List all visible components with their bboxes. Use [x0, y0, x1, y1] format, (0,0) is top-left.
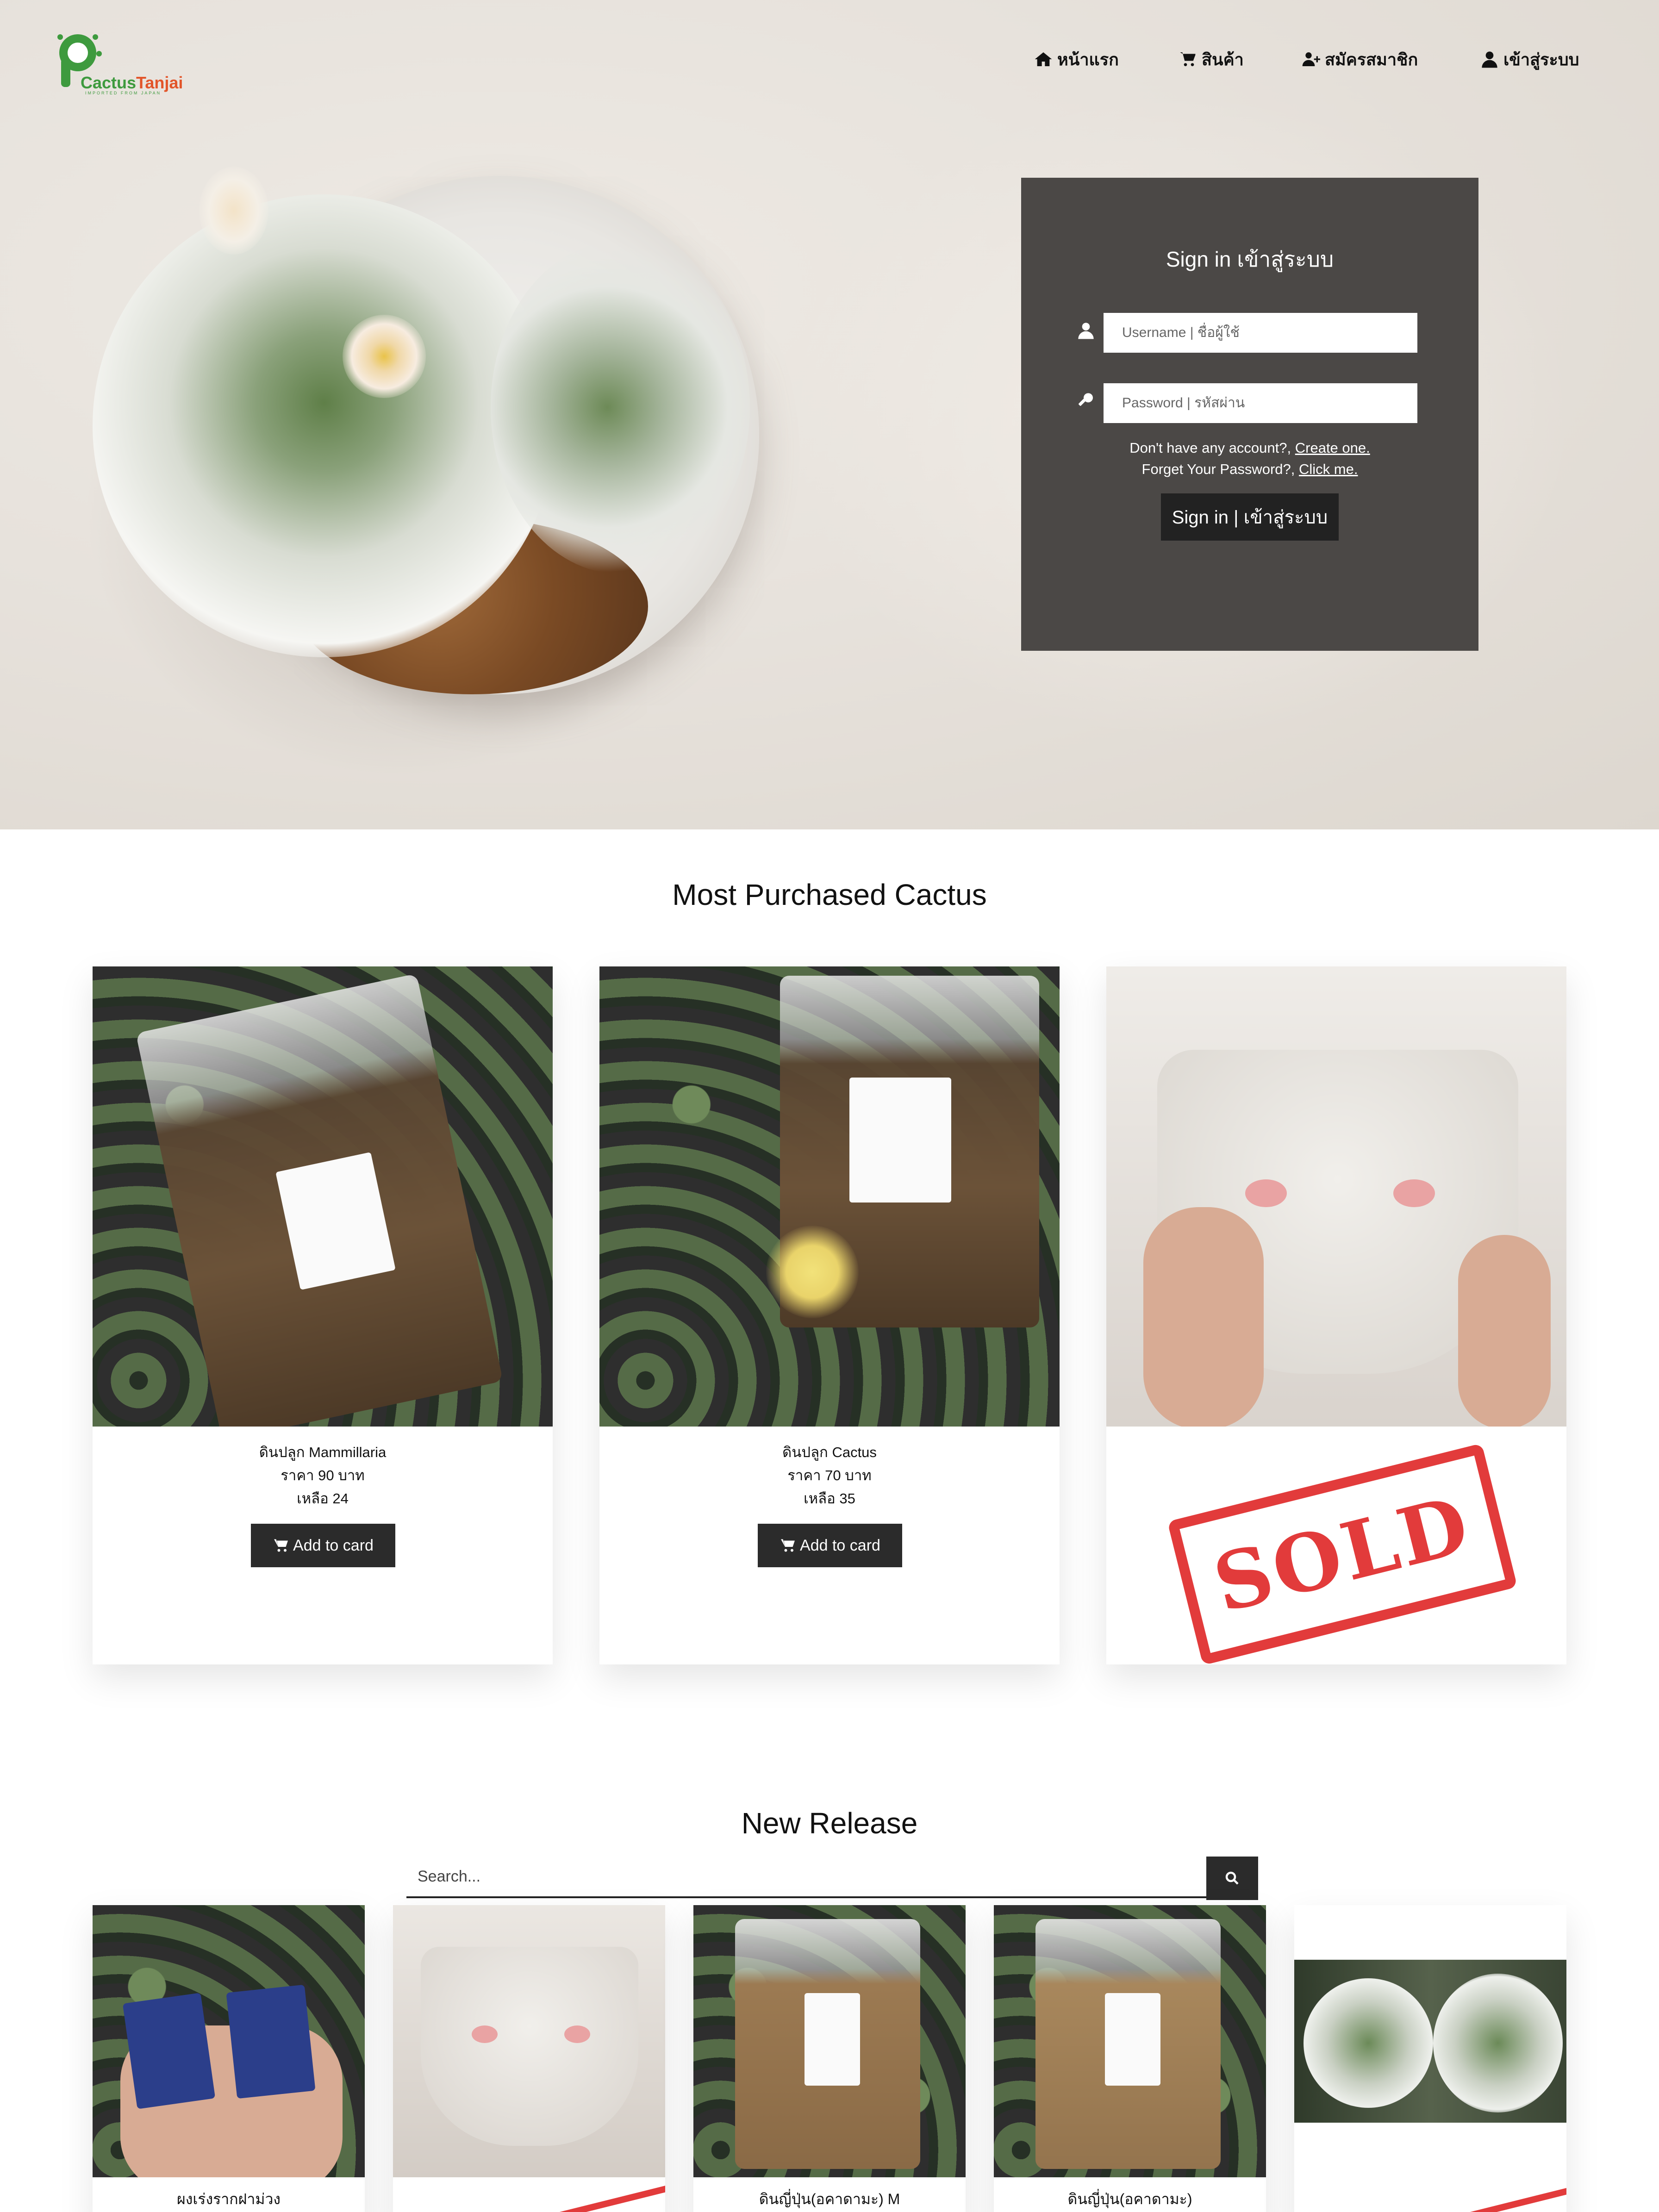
hero-banner: CactusTanjai IMPORTED FROM JAPAN หน้าแรก… [0, 0, 1659, 829]
forget-password-link[interactable]: Click me. [1299, 461, 1358, 477]
signin-button[interactable]: Sign in | เข้าสู่ระบบ [1161, 493, 1339, 541]
product-image [93, 966, 553, 1427]
cactus-flower-bud [199, 167, 268, 255]
product-name: ดินปลูก Cactus [782, 1444, 877, 1460]
product-stock: เหลือ 24 [297, 1490, 349, 1507]
add-to-cart-button[interactable]: Add to card [758, 1524, 902, 1567]
create-account-line: Don't have any account?, Create one. [1129, 440, 1370, 456]
brand-name: CactusTanjai [81, 73, 183, 92]
cart-icon [781, 1539, 795, 1552]
nav-login[interactable]: เข้าสู่ระบบ [1480, 46, 1579, 72]
cactus-image [93, 194, 555, 657]
user-icon [1078, 323, 1094, 339]
product-price: ราคา 70 บาท [787, 1467, 872, 1483]
signin-title: Sign in เข้าสู่ระบบ [1166, 247, 1334, 271]
product-card[interactable]: SOLD [1106, 966, 1566, 1665]
cactus-image [1433, 1974, 1563, 2112]
sold-stamp [1428, 2182, 1566, 2212]
password-input[interactable] [1104, 383, 1417, 423]
new-product-card[interactable]: ดินญี่ปุ่น(อคาดามะ) M [693, 1905, 966, 2212]
product-image [93, 1905, 365, 2177]
add-to-cart-button[interactable]: Add to card [251, 1524, 395, 1567]
cactus-flower [766, 1226, 859, 1318]
forget-password-line: Forget Your Password?, Click me. [1141, 461, 1358, 477]
product-price: ราคา 90 บาท [281, 1467, 365, 1483]
product-image [994, 1905, 1266, 2177]
rooting-powder-pack [226, 1984, 316, 2099]
key-icon [1079, 393, 1093, 406]
rooting-powder-pack [122, 1993, 216, 2109]
pot-cheek [1393, 1179, 1435, 1207]
cart-icon [1180, 52, 1196, 66]
product-name: ดินญี่ปุ่น(อคาดามะ) [1067, 2191, 1192, 2207]
product-image [599, 966, 1060, 1427]
product-name: ผงเร่งรากฝาม่วง [176, 2191, 281, 2207]
cactus-image [1304, 1978, 1433, 2108]
cactus-photo [1294, 1960, 1566, 2123]
user-icon [1482, 51, 1497, 68]
product-name: ดินญี่ปุ่น(อคาดามะ) M [759, 2191, 900, 2207]
search-bar [406, 1857, 1258, 1898]
sheep-pot-image [421, 1947, 638, 2146]
brand-tagline: IMPORTED FROM JAPAN [85, 91, 162, 95]
cactus-image-small [491, 241, 750, 574]
new-product-card[interactable]: ผงเร่งรากฝาม่วง [93, 1905, 365, 2212]
hand-image [1458, 1235, 1551, 1427]
new-release-title: New Release [741, 1807, 918, 1840]
product-card[interactable]: ดินปลูก Mammillaria ราคา 90 บาท เหลือ 24… [93, 966, 553, 1664]
product-stock: เหลือ 35 [804, 1490, 855, 1507]
pot-cheek [472, 2025, 498, 2043]
nav-register[interactable]: สมัครสมาชิก [1302, 46, 1418, 72]
nav-products[interactable]: สินค้า [1179, 46, 1244, 72]
signin-panel: Sign in เข้าสู่ระบบ Don't have any accou… [1021, 178, 1478, 651]
pot-cheek [564, 2025, 590, 2043]
bag-label [1105, 1993, 1160, 2086]
product-image [693, 1905, 966, 2177]
product-card[interactable]: ดินปลูก Cactus ราคา 70 บาท เหลือ 35 Add … [599, 966, 1060, 1664]
product-image [1106, 966, 1566, 1427]
sold-stamp [518, 2182, 665, 2212]
product-image [1294, 1905, 1566, 2177]
brand-logo[interactable]: CactusTanjai IMPORTED FROM JAPAN [55, 31, 184, 95]
username-input[interactable] [1104, 313, 1417, 353]
user-plus-icon [1302, 52, 1320, 66]
create-account-link[interactable]: Create one. [1295, 440, 1370, 456]
product-name: ดินปลูก Mammillaria [259, 1444, 387, 1460]
product-image [393, 1905, 665, 2177]
search-icon [1225, 1871, 1239, 1885]
sold-stamp: SOLD [1167, 1443, 1518, 1665]
most-purchased-title: Most Purchased Cactus [672, 878, 987, 911]
new-product-card[interactable] [393, 1905, 665, 2212]
search-button[interactable] [1206, 1857, 1258, 1900]
cart-icon [274, 1539, 288, 1552]
home-icon [1035, 52, 1052, 66]
nav-home[interactable]: หน้าแรก [1034, 46, 1119, 72]
pot-cheek [1245, 1179, 1287, 1207]
bag-label [805, 1993, 860, 2086]
hand-image [1143, 1207, 1264, 1427]
cactus-flower [343, 315, 426, 398]
bag-label [849, 1078, 951, 1203]
new-product-card[interactable] [1294, 1905, 1566, 2212]
search-input[interactable] [406, 1857, 1212, 1896]
new-product-card[interactable]: ดินญี่ปุ่น(อคาดามะ) [994, 1905, 1266, 2212]
